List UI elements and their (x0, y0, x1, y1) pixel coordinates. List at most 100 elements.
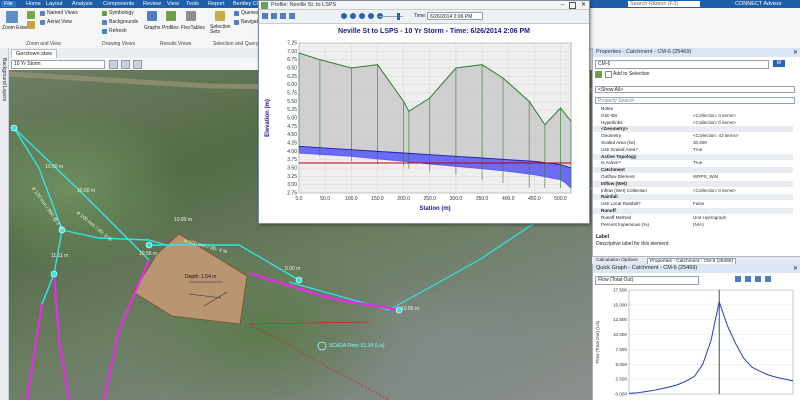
connect-advisor-button[interactable]: CONNECT Advisor (735, 1, 782, 7)
group-selection-label: Selection and Query (213, 41, 259, 47)
property-row[interactable]: <Geometry> (593, 126, 793, 133)
export-icon[interactable] (289, 13, 295, 19)
manhole-node[interactable] (295, 276, 303, 284)
add-to-selection-checkbox[interactable] (605, 71, 612, 78)
property-key: Percent Impervious (%) (601, 221, 649, 227)
y-tick-label: 5.00 (287, 116, 297, 122)
menu-layout[interactable]: Layout (46, 1, 63, 7)
minimize-button[interactable]: – (559, 2, 566, 9)
y-tick-label: 3.50 (287, 166, 297, 172)
graph-zoom-icon[interactable] (745, 276, 751, 282)
catchment-depth-label: Depth: 1.54 m (185, 274, 217, 280)
pause-button-icon[interactable] (359, 13, 365, 19)
forward-button-icon[interactable] (368, 13, 374, 19)
property-row[interactable]: Outflow Element WRPS_WW (593, 174, 793, 180)
aerial-view-button[interactable]: Aerial View (47, 19, 72, 25)
backgrounds-button[interactable]: Backgrounds (109, 19, 138, 25)
graphs-button[interactable]: Graphs (144, 25, 160, 31)
panel-close-icon[interactable]: ✕ (793, 49, 798, 56)
pan-tool-icon[interactable] (121, 60, 130, 69)
menu-analysis[interactable]: Analysis (72, 1, 92, 7)
time-value-select[interactable]: 6/26/2014 2:06 PM (427, 12, 483, 20)
close-button[interactable]: ✕ (579, 1, 588, 10)
unit-badge[interactable]: M (773, 60, 785, 67)
menu-view[interactable]: View (167, 1, 179, 7)
background-layers-tab[interactable]: Background Layers (1, 58, 7, 101)
quick-graph-close-icon[interactable]: ✕ (793, 265, 798, 272)
graph-options-icon[interactable] (765, 276, 771, 282)
menu-review[interactable]: Review (143, 1, 161, 7)
print-icon[interactable] (280, 13, 286, 19)
zoom-tool-icon[interactable] (133, 60, 142, 69)
property-key: Outflow Element (601, 174, 635, 179)
menu-components[interactable]: Components (103, 1, 134, 7)
navigator-icon (234, 20, 239, 25)
menu-report[interactable]: Report (208, 1, 225, 7)
property-row[interactable]: Percent Impervious (%) (N/A) (593, 222, 793, 228)
maximize-button[interactable] (569, 2, 576, 9)
manhole-node[interactable] (145, 241, 153, 249)
property-row[interactable]: Inflow (Wet) Collection <Collection: 0 it… (593, 188, 793, 194)
property-row[interactable]: Inflow (Wet) (593, 180, 793, 187)
property-key: GIS-IDs (601, 112, 618, 118)
quick-graph-chart[interactable]: 0.000 2.500 5.000 7.500 10.000 12.500 15.000 17… (593, 286, 800, 400)
property-row[interactable]: Use Local Rainfall? False (593, 201, 793, 207)
manhole-node[interactable] (10, 124, 18, 132)
profile-toolbar: Time: 6/26/2014 2:06 PM (259, 10, 589, 24)
property-value: <Collection: 0 items> (693, 112, 736, 118)
property-row[interactable]: Catchment (593, 167, 793, 174)
chart-settings-icon[interactable] (262, 13, 268, 19)
named-views-icon (40, 11, 45, 16)
manhole-node[interactable] (50, 270, 58, 278)
property-row[interactable]: Is Active? True (593, 160, 793, 166)
graph-pan-icon[interactable] (755, 276, 761, 282)
graph-copy-icon[interactable] (735, 276, 741, 282)
property-row[interactable]: Geometry <Collection: 43 items> (593, 133, 793, 139)
property-row[interactable]: Scaled Area (ha) 30.690 (593, 140, 793, 146)
y-axis-label: Elevation (m) (265, 99, 271, 137)
y-tick-label: 3.25 (287, 174, 297, 180)
y-tick-label: 4.75 (287, 124, 297, 130)
graphs-icon (147, 11, 157, 21)
refresh-button[interactable]: Refresh (109, 28, 127, 34)
property-row[interactable]: Runoff Method Unit Hydrograph (593, 215, 793, 221)
quick-graph-field-select[interactable]: Flow (Total Out) (595, 276, 699, 285)
named-views-button[interactable]: Named Views (47, 10, 78, 16)
select-tool-icon[interactable] (109, 60, 118, 69)
property-row[interactable]: Hyperlinks <Collection: 0 items> (593, 120, 793, 126)
queries-button[interactable]: Queries (241, 10, 259, 16)
property-row[interactable]: GIS-IDs <Collection: 0 items> (593, 113, 793, 119)
property-row[interactable]: Rainfall (593, 194, 793, 201)
property-row[interactable]: Use Scaled Area? True (593, 147, 793, 153)
property-row[interactable]: Active Topology (593, 153, 793, 160)
copy-icon[interactable] (271, 13, 277, 19)
show-all-select[interactable]: <Show All> (595, 86, 795, 93)
zoom-icon[interactable] (27, 21, 35, 29)
map-label: 11.11 m (51, 253, 69, 259)
element-select[interactable]: CM-6 (595, 60, 769, 69)
property-value: WRPS_WW (693, 174, 719, 179)
profile-window-title: Profile: Neville St. to LSPS (259, 1, 589, 10)
property-value: <Collection: 0 items> (693, 187, 736, 193)
flextables-button[interactable]: FlexTables (181, 25, 205, 31)
selection-sets-button[interactable]: Selection Sets (210, 25, 232, 35)
y-tick-label: 6.75 (287, 57, 297, 63)
time-slider-thumb[interactable] (397, 13, 400, 20)
scenario-select[interactable]: 10 Yr Storm (11, 60, 105, 69)
menu-file[interactable]: File (1, 1, 16, 7)
rewind-button-icon[interactable] (341, 13, 347, 19)
play-button-icon[interactable] (350, 13, 356, 19)
menu-home[interactable]: Home (26, 1, 41, 7)
symbology-button[interactable]: Symbology (109, 10, 134, 16)
profiles-button[interactable]: Profiles (162, 25, 179, 31)
property-row[interactable]: Notes (593, 106, 793, 112)
zoom-to-icon[interactable] (595, 71, 602, 78)
profile-chart[interactable]: 2.753.003.253.503.754.004.254.504.755.00… (259, 37, 589, 221)
property-row[interactable]: Runoff (593, 208, 793, 214)
ribbon-search-input[interactable]: Search Ribbon (F3) (628, 1, 700, 7)
pan-icon[interactable] (27, 11, 35, 19)
property-value: <Collection: 0 items> (693, 119, 736, 125)
property-search-input[interactable]: Property Search (595, 97, 795, 104)
property-key: Hyperlinks (601, 119, 623, 125)
menu-tools[interactable]: Tools (186, 1, 199, 7)
